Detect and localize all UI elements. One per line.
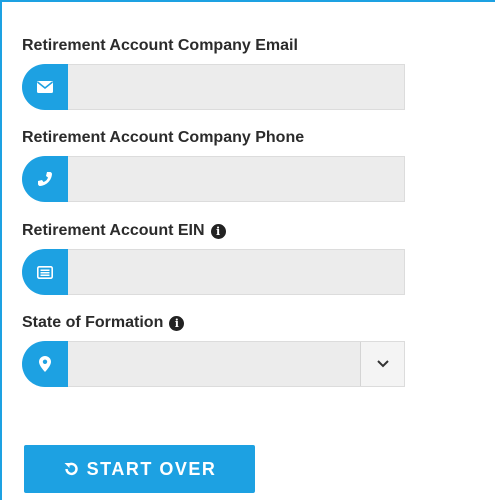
email-input-row bbox=[22, 64, 405, 110]
id-card-icon bbox=[22, 249, 68, 295]
phone-icon bbox=[22, 156, 68, 202]
state-label: State of Formation i bbox=[22, 313, 185, 333]
map-marker-icon bbox=[22, 341, 68, 387]
start-over-button[interactable]: START OVER bbox=[24, 445, 255, 493]
info-icon[interactable]: i bbox=[210, 223, 226, 239]
email-label-text: Retirement Account Company Email bbox=[22, 37, 298, 54]
state-field-group: State of Formation i bbox=[22, 313, 405, 387]
state-label-text: State of Formation bbox=[22, 314, 164, 331]
phone-input[interactable] bbox=[68, 156, 405, 202]
info-icon[interactable]: i bbox=[169, 315, 185, 331]
chevron-down-icon[interactable] bbox=[360, 342, 404, 386]
ein-input[interactable] bbox=[68, 249, 405, 295]
phone-label-text: Retirement Account Company Phone bbox=[22, 129, 305, 146]
envelope-icon bbox=[22, 64, 68, 110]
undo-icon bbox=[63, 461, 79, 477]
email-label: Retirement Account Company Email bbox=[22, 36, 298, 56]
phone-label: Retirement Account Company Phone bbox=[22, 128, 304, 148]
ein-label-text: Retirement Account EIN bbox=[22, 222, 205, 239]
ein-field-group: Retirement Account EIN i bbox=[22, 221, 405, 295]
ein-label: Retirement Account EIN i bbox=[22, 221, 226, 241]
state-select[interactable] bbox=[68, 341, 405, 387]
state-input-row bbox=[22, 341, 405, 387]
phone-input-row bbox=[22, 156, 405, 202]
phone-field-group: Retirement Account Company Phone bbox=[22, 128, 405, 202]
start-over-label: START OVER bbox=[86, 458, 217, 479]
email-input[interactable] bbox=[68, 64, 405, 110]
email-field-group: Retirement Account Company Email bbox=[22, 36, 405, 110]
ein-input-row bbox=[22, 249, 405, 295]
